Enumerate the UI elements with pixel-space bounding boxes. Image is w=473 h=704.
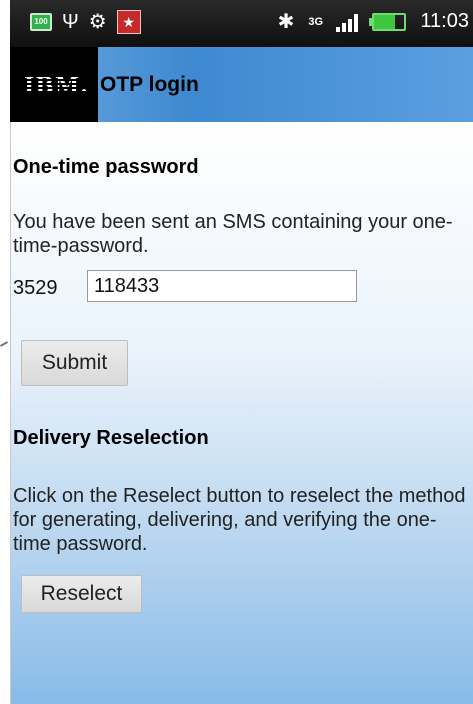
app-screen: 100 Ψ ⚙ ★ ✱ 3G 11:03 IBM. OTP login One-…: [0, 0, 473, 704]
page-title: OTP login: [100, 73, 199, 96]
ibm-logo-box: IBM.: [10, 47, 98, 122]
signal-strength-icon: [336, 12, 359, 32]
network-type-icon: 3G: [308, 15, 324, 28]
reselect-message: Click on the Reselect button to reselect…: [13, 485, 466, 555]
status-right-icons: ✱ 3G 11:03: [278, 10, 469, 33]
otp-prefix: 3529: [13, 277, 58, 299]
otp-input[interactable]: [87, 270, 357, 302]
otp-message: You have been sent an SMS containing you…: [13, 211, 453, 257]
clock: 11:03: [420, 10, 469, 32]
battery-icon: [369, 12, 407, 31]
otp-heading: One-time password: [13, 156, 199, 178]
reselect-heading: Delivery Reselection: [13, 427, 209, 449]
notification-app-icon: ★: [116, 10, 141, 34]
usb-icon: Ψ: [62, 11, 79, 33]
submit-button[interactable]: Submit: [21, 340, 128, 386]
android-debug-icon: ⚙: [88, 11, 107, 33]
reselect-button[interactable]: Reselect: [21, 575, 142, 613]
battery-level-icon: 100: [30, 13, 52, 31]
edge-marker: [0, 338, 8, 350]
status-bar: 100 Ψ ⚙ ★ ✱ 3G 11:03: [10, 0, 473, 47]
bluetooth-icon: ✱: [277, 10, 295, 33]
status-left-icons: 100 Ψ ⚙ ★: [30, 10, 141, 34]
main-content: One-time password You have been sent an …: [10, 122, 473, 704]
ibm-logo: IBM.: [24, 73, 89, 99]
app-header: IBM. OTP login: [10, 47, 473, 122]
